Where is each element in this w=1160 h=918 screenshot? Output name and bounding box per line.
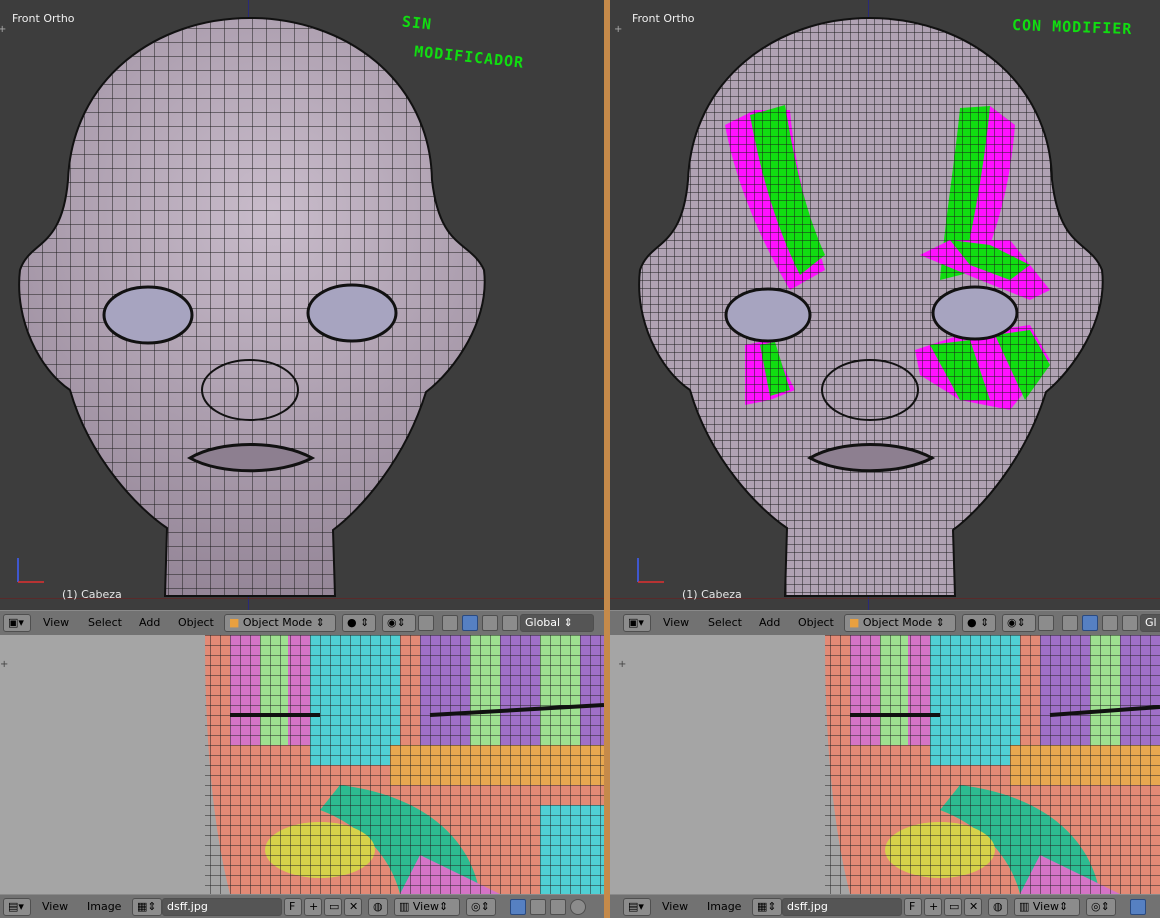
menu-object[interactable]: Object: [798, 616, 834, 629]
unlink-icon[interactable]: ✕: [964, 898, 982, 916]
pivot-icon[interactable]: ◎⇕: [466, 898, 496, 916]
translate-icon[interactable]: [1082, 615, 1098, 631]
mode-dropdown[interactable]: ■ Object Mode ⇕: [844, 614, 956, 632]
3d-view-header: ▣▾ View Select Add Object ■ Object Mode …: [0, 610, 604, 636]
shading-solid-icon[interactable]: ● ⇕: [342, 614, 376, 632]
menu-select[interactable]: Select: [88, 616, 122, 629]
paint-icon[interactable]: [550, 899, 566, 915]
orientation-label: Gl: [1145, 616, 1157, 629]
unlink-icon[interactable]: ✕: [344, 898, 362, 916]
fake-user-button[interactable]: F: [904, 898, 922, 916]
image-editor-header: ▤▾ View Image ▦⇕ dsff.jpg F + ▭ ✕ ◍ ▥ Vi…: [610, 894, 1160, 918]
image-filename: dsff.jpg: [167, 900, 208, 913]
pivot-icon[interactable]: ◉⇕: [382, 614, 416, 632]
open-image-icon[interactable]: ▭: [324, 898, 342, 916]
active-object-label: (1) Cabeza: [62, 588, 122, 601]
render-icon[interactable]: [570, 899, 586, 915]
new-image-icon[interactable]: +: [924, 898, 942, 916]
menu-view[interactable]: View: [662, 900, 688, 913]
scale-icon[interactable]: [502, 615, 518, 631]
menu-add[interactable]: Add: [759, 616, 780, 629]
orientation-dropdown[interactable]: Global ⇕: [520, 614, 594, 632]
view-dropdown[interactable]: ▥ View⇕: [1014, 898, 1080, 916]
uv-texture-image: [205, 635, 604, 894]
axis-gizmo-icon: [17, 558, 44, 583]
axis-gizmo-icon: [637, 558, 664, 583]
pivot-icon[interactable]: ◉⇕: [1002, 614, 1036, 632]
view-dropdown[interactable]: ▥ View⇕: [394, 898, 460, 916]
head-mesh[interactable]: [0, 0, 604, 610]
3d-viewport[interactable]: Front Ortho +: [610, 0, 1160, 610]
open-image-icon[interactable]: ▭: [944, 898, 962, 916]
mode-label: Object Mode: [242, 616, 313, 629]
shading-solid-icon[interactable]: ● ⇕: [962, 614, 996, 632]
pin-icon[interactable]: ◍: [368, 898, 388, 916]
pivot-icon[interactable]: ◎⇕: [1086, 898, 1116, 916]
menu-select[interactable]: Select: [708, 616, 742, 629]
translate-icon[interactable]: [462, 615, 478, 631]
image-editor-header: ▤▾ View Image ▦⇕ dsff.jpg F + ▭ ✕ ◍ ▥ Vi…: [0, 894, 604, 918]
menu-image[interactable]: Image: [87, 900, 121, 913]
image-editor-viewport[interactable]: +: [0, 635, 604, 894]
new-image-icon[interactable]: +: [304, 898, 322, 916]
image-browse-icon[interactable]: ▦⇕: [752, 898, 782, 916]
right-panel: Front Ortho + CON MODIFIER (1) Cabeza ▣▾…: [610, 0, 1160, 918]
uv-sync-icon[interactable]: [510, 899, 526, 915]
image-filename: dsff.jpg: [787, 900, 828, 913]
left-panel: Front Ortho + SIN MODIFICADOR (1) Cabeza…: [0, 0, 604, 918]
view-dropdown-label: View: [1032, 900, 1059, 913]
image-editor-icon[interactable]: ▤▾: [3, 898, 31, 916]
menu-view[interactable]: View: [42, 900, 68, 913]
head-mesh-subdivided[interactable]: [610, 0, 1160, 610]
fake-user-button[interactable]: F: [284, 898, 302, 916]
3d-view-editor-icon[interactable]: ▣▾: [623, 614, 651, 632]
uv-sync-icon[interactable]: [1130, 899, 1146, 915]
uv-texture-image: [825, 635, 1160, 894]
orientation-label: Global: [525, 616, 561, 629]
menu-object[interactable]: Object: [178, 616, 214, 629]
cube-icon: ■: [229, 616, 243, 629]
image-browse-icon[interactable]: ▦⇕: [132, 898, 162, 916]
mode-label: Object Mode: [862, 616, 933, 629]
3d-view-header: ▣▾ View Select Add Object ■ Object Mode …: [610, 610, 1160, 636]
mode-dropdown[interactable]: ■ Object Mode ⇕: [224, 614, 336, 632]
active-object-label: (1) Cabeza: [682, 588, 742, 601]
menu-view[interactable]: View: [663, 616, 689, 629]
annotation-sin: SIN: [401, 12, 433, 34]
3d-view-editor-icon[interactable]: ▣▾: [3, 614, 31, 632]
image-editor-icon[interactable]: ▤▾: [623, 898, 651, 916]
rotate-icon[interactable]: [1102, 615, 1118, 631]
scale-icon[interactable]: [1122, 615, 1138, 631]
3d-viewport[interactable]: Front Ortho +: [0, 0, 604, 610]
menu-view[interactable]: View: [43, 616, 69, 629]
rotate-icon[interactable]: [482, 615, 498, 631]
image-name-field[interactable]: dsff.jpg: [162, 898, 282, 916]
view-dropdown-label: View: [412, 900, 439, 913]
image-name-field[interactable]: dsff.jpg: [782, 898, 902, 916]
cube-icon: ■: [849, 616, 863, 629]
snap-icon[interactable]: [1038, 615, 1054, 631]
menu-image[interactable]: Image: [707, 900, 741, 913]
manipulator-icon[interactable]: [1062, 615, 1078, 631]
manipulator-icon[interactable]: [442, 615, 458, 631]
checker-icon[interactable]: [530, 899, 546, 915]
image-editor-viewport[interactable]: +: [610, 635, 1160, 894]
snap-icon[interactable]: [418, 615, 434, 631]
orientation-dropdown[interactable]: Gl: [1140, 614, 1160, 632]
menu-add[interactable]: Add: [139, 616, 160, 629]
pin-icon[interactable]: ◍: [988, 898, 1008, 916]
